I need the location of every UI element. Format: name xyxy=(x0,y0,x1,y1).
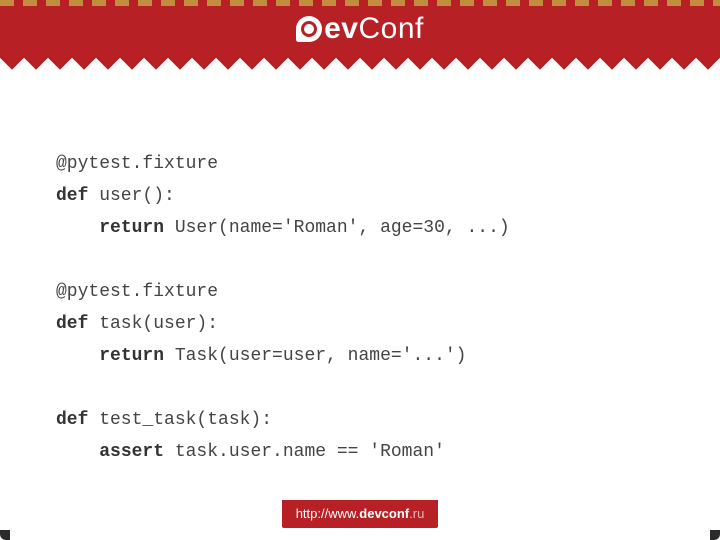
code-text: Task(user=user, name='...') xyxy=(164,346,466,366)
code-keyword: def xyxy=(56,186,88,206)
code-keyword: return xyxy=(99,218,164,238)
devconf-logo: evConf xyxy=(296,12,424,46)
footer-url-badge: http://www.devconf.ru xyxy=(282,500,439,528)
code-keyword: def xyxy=(56,410,88,430)
code-text: task.user.name == 'Roman' xyxy=(164,442,445,462)
footer-url-domain: devconf xyxy=(359,506,409,521)
code-text: test_task(task): xyxy=(88,410,272,430)
logo-text-suffix: Conf xyxy=(359,12,424,46)
slide-header: evConf xyxy=(0,0,720,58)
code-indent xyxy=(56,218,99,238)
header-stripe xyxy=(0,0,720,6)
code-keyword: return xyxy=(99,346,164,366)
code-keyword: assert xyxy=(99,442,164,462)
code-indent xyxy=(56,346,99,366)
code-text: user(): xyxy=(88,186,174,206)
code-text: task(user): xyxy=(88,314,218,334)
logo-text-prefix: ev xyxy=(324,12,358,46)
code-indent xyxy=(56,442,99,462)
logo-d-icon xyxy=(296,16,322,42)
corner-decoration xyxy=(710,530,720,540)
code-line: @pytest.fixture xyxy=(56,282,218,302)
footer-url-prefix: http://www. xyxy=(296,506,360,521)
header-zigzag xyxy=(0,58,720,70)
code-keyword: def xyxy=(56,314,88,334)
corner-decoration xyxy=(0,530,10,540)
slide-footer: http://www.devconf.ru xyxy=(0,500,720,528)
slide-content: @pytest.fixture def user(): return User(… xyxy=(0,58,720,468)
footer-url-tld: .ru xyxy=(409,506,424,521)
code-block: @pytest.fixture def user(): return User(… xyxy=(56,148,664,468)
code-line: @pytest.fixture xyxy=(56,154,218,174)
code-text: User(name='Roman', age=30, ...) xyxy=(164,218,510,238)
